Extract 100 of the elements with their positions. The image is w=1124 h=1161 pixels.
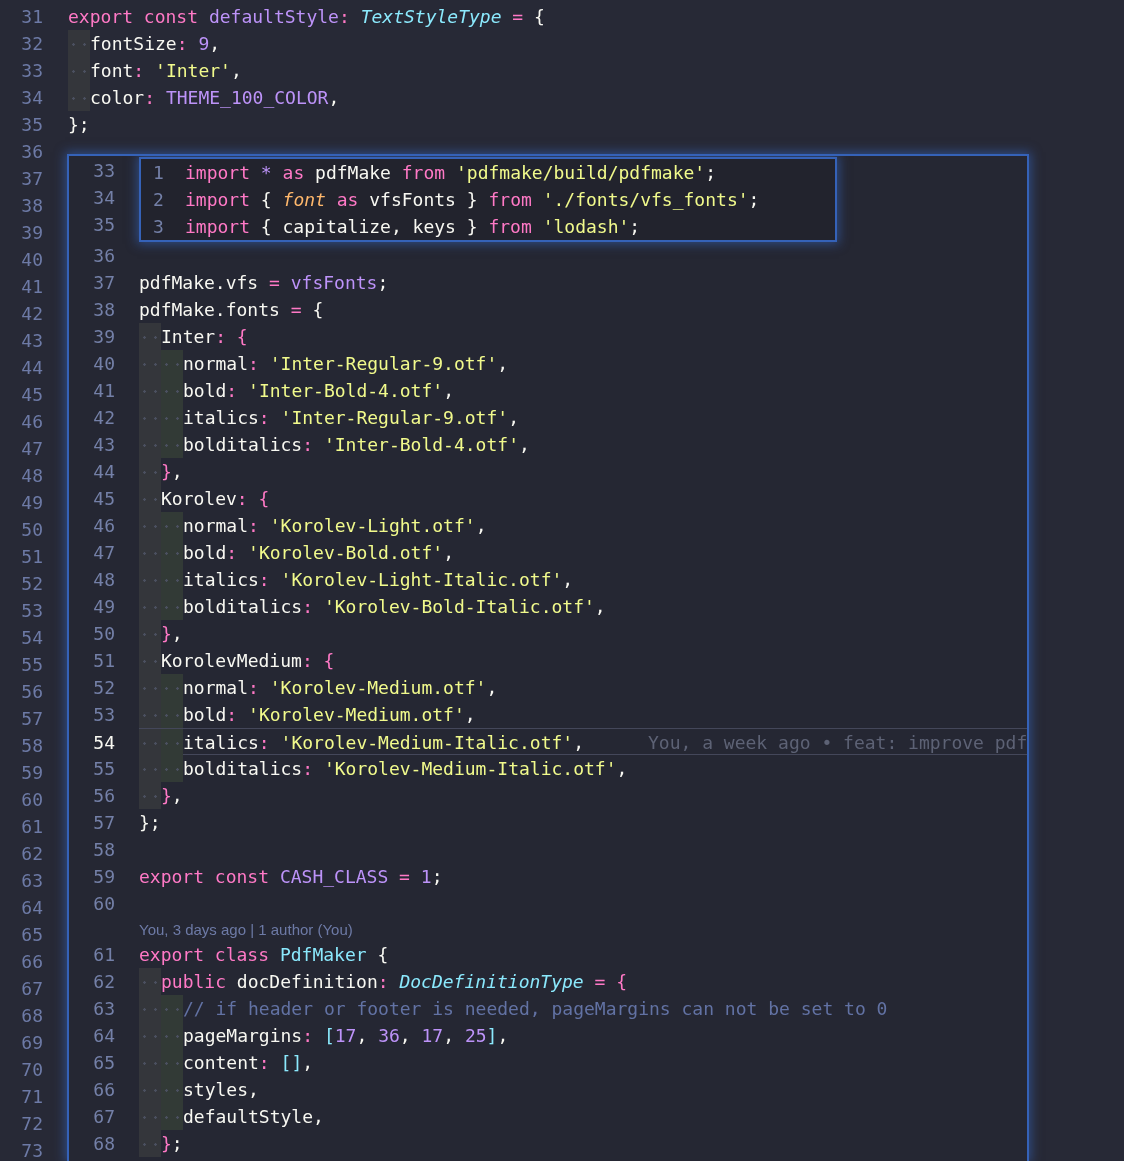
line-number: 65 [20,923,43,947]
line-number: 38 [92,298,115,322]
code-line: bold: 'Korolev-Medium.otf', [139,701,476,728]
code-line: export class PdfMaker { [139,943,389,967]
code-line: import { font as vfsFonts } from './fonts/vfs_fonts'; [185,188,760,212]
line-number: 59 [20,761,43,785]
code-line: content: [], [139,1049,314,1076]
line-number: 64 [92,1024,115,1048]
line-number: 66 [92,1078,115,1102]
line-number: 41 [92,379,115,403]
code-line: bolditalics: 'Korolev-Bold-Italic.otf', [139,593,606,620]
codelens-annotation[interactable]: You, 3 days ago | 1 author (You) [139,920,353,938]
line-number: 32 [20,32,43,56]
line-number: 73 [20,1139,43,1161]
code-line: export const CASH_CLASS = 1; [139,865,443,889]
line-number: 45 [92,487,115,511]
code-line: color: THEME_100_COLOR, [68,84,340,111]
line-number: 41 [20,275,43,299]
code-line: italics: 'Korolev-Medium-Italic.otf', [139,729,584,756]
code-line: public docDefinition: DocDefinitionType = { [139,968,628,995]
line-number: 42 [20,302,43,326]
line-number: 40 [20,248,43,272]
line-number: 37 [20,167,43,191]
blame-annotation: You, a week ago • feat: improve pdf [648,731,1027,754]
line-number: 62 [92,970,115,994]
line-number: 33 [92,159,115,183]
line-number: 55 [92,757,115,781]
line-number: 2 [152,188,165,212]
line-number: 52 [92,676,115,700]
line-number: 57 [92,811,115,835]
code-line: import * as pdfMake from 'pdfmake/build/pdfmake'; [185,161,717,185]
line-number: 69 [20,1031,43,1055]
code-line: normal: 'Inter-Regular-9.otf', [139,350,509,377]
code-line: pdfMake.vfs = vfsFonts; [139,271,389,295]
line-number: 38 [20,194,43,218]
line-number: 65 [92,1051,115,1075]
line-number: 34 [20,86,43,110]
line-number: 63 [92,997,115,1021]
line-number: 68 [20,1004,43,1028]
code-line: }; [68,113,90,137]
line-number: 67 [92,1105,115,1129]
code-line: export const defaultStyle: TextStyleType = { [68,5,545,29]
line-number: 34 [92,186,115,210]
line-number: 52 [20,572,43,596]
code-line: bolditalics: 'Inter-Bold-4.otf', [139,431,530,458]
line-number: 47 [20,437,43,461]
line-number: 63 [20,869,43,893]
code-line: italics: 'Inter-Regular-9.otf', [139,404,519,431]
line-number: 58 [20,734,43,758]
line-number: 35 [20,113,43,137]
code-line: bold: 'Inter-Bold-4.otf', [139,377,454,404]
code-line: KorolevMedium: { [139,647,335,674]
line-number: 56 [92,784,115,808]
code-line: }; [139,811,161,835]
code-line: styles, [139,1076,259,1103]
line-number: 54 [92,731,115,755]
code-line: pdfMake.fonts = { [139,298,324,322]
line-number: 31 [20,5,43,29]
line-number: 67 [20,977,43,1001]
line-number: 62 [20,842,43,866]
code-line: italics: 'Korolev-Light-Italic.otf', [139,566,574,593]
line-number: 53 [92,703,115,727]
code-line: bold: 'Korolev-Bold.otf', [139,539,454,566]
line-number: 48 [20,464,43,488]
code-line: // if header or footer is needed, pageMargins can not be set to 0 [139,995,888,1022]
code-line: bolditalics: 'Korolev-Medium-Italic.otf', [139,755,628,782]
code-line: fontSize: 9, [68,30,221,57]
line-number: 39 [20,221,43,245]
line-number: 35 [92,213,115,237]
line-number: 51 [92,649,115,673]
line-number: 51 [20,545,43,569]
line-number: 50 [92,622,115,646]
line-number: 61 [20,815,43,839]
line-number: 37 [92,271,115,295]
line-number: 56 [20,680,43,704]
code-line: Korolev: { [139,485,270,512]
line-number: 1 [152,161,165,185]
line-number: 45 [20,383,43,407]
code-line: normal: 'Korolev-Medium.otf', [139,674,498,701]
code-line: normal: 'Korolev-Light.otf', [139,512,487,539]
line-number: 60 [20,788,43,812]
line-number: 50 [20,518,43,542]
line-number: 40 [92,352,115,376]
line-number: 33 [20,59,43,83]
line-number: 53 [20,599,43,623]
line-number: 48 [92,568,115,592]
line-number: 70 [20,1058,43,1082]
code-line: Inter: { [139,323,248,350]
line-number: 71 [20,1085,43,1109]
line-number: 36 [92,244,115,268]
code-line: font: 'Inter', [68,57,242,84]
line-number: 61 [92,943,115,967]
line-number: 44 [20,356,43,380]
line-number: 72 [20,1112,43,1136]
line-number: 46 [92,514,115,538]
line-number: 36 [20,140,43,164]
line-number: 60 [92,892,115,916]
line-number: 46 [20,410,43,434]
code-line: defaultStyle, [139,1103,324,1130]
line-number: 55 [20,653,43,677]
